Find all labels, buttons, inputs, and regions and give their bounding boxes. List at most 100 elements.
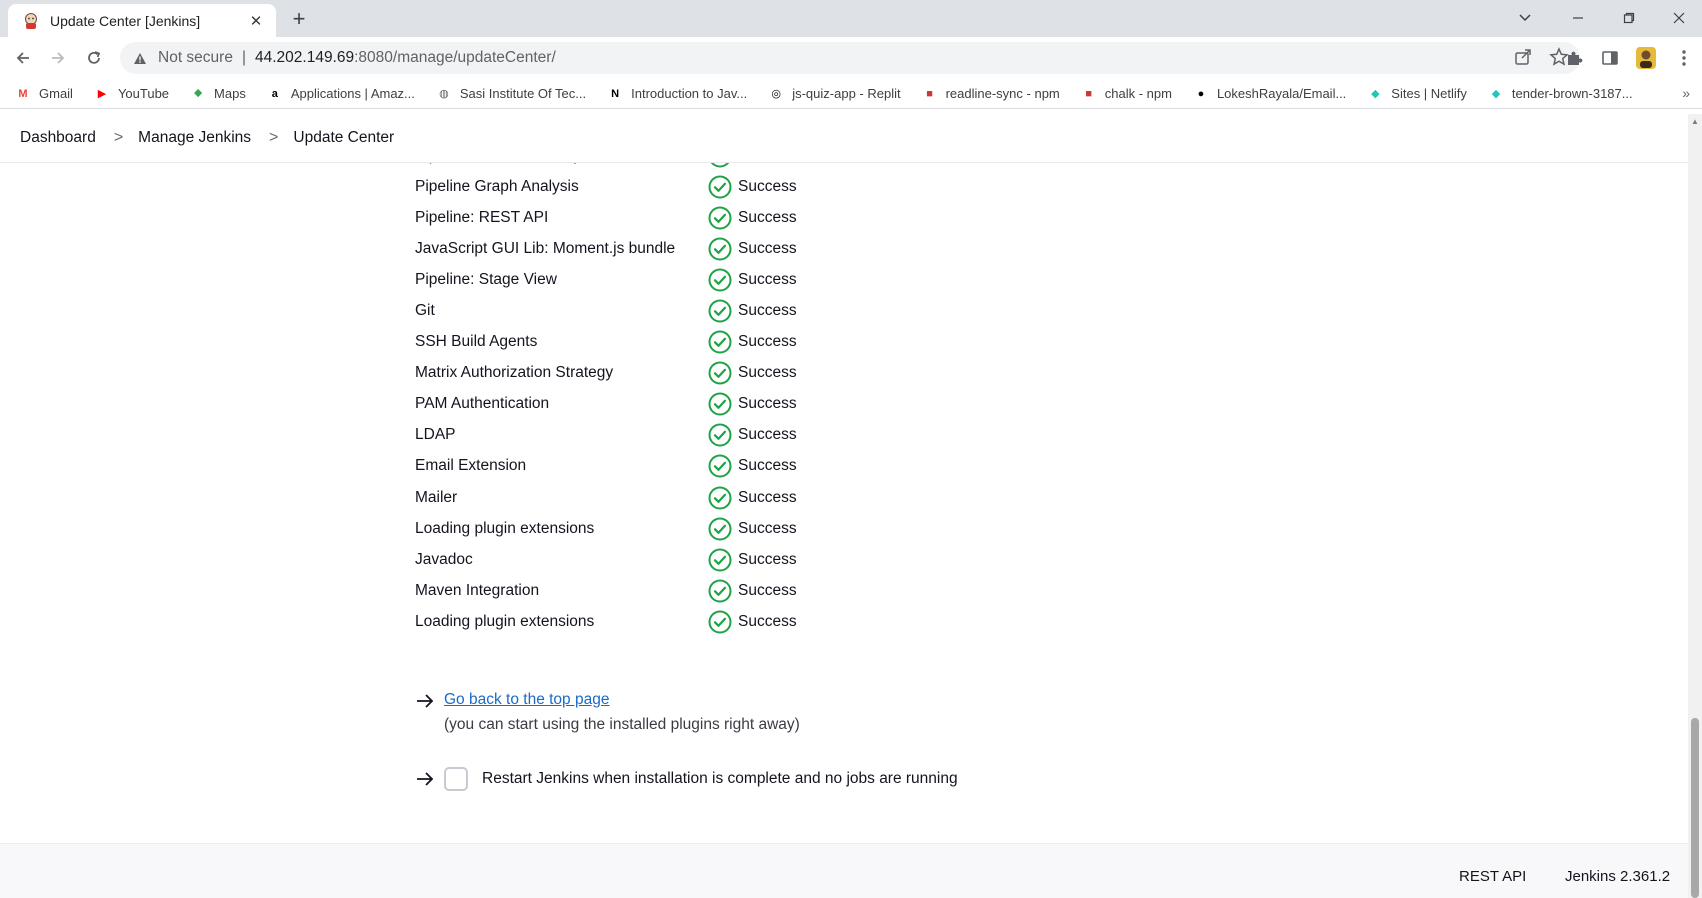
plugin-name: SSH Build Agents	[415, 333, 538, 351]
browser-tab[interactable]: Update Center [Jenkins] ✕	[8, 4, 276, 37]
breadcrumb-dashboard[interactable]: Dashboard	[20, 129, 96, 147]
bookmark-item[interactable]: a Applications | Amaz...	[267, 86, 415, 102]
netlify-icon: ◆	[1491, 88, 1501, 100]
bookmark-label: chalk - npm	[1104, 86, 1172, 101]
plugin-name: Maven Integration	[415, 581, 540, 599]
extensions-puzzle-icon[interactable]	[1558, 42, 1590, 74]
scrollbar-thumb[interactable]	[1691, 718, 1699, 898]
bookmark-item[interactable]: M Gmail	[15, 86, 73, 102]
plugin-row: Pipeline: GitHub Groovy Libraries Success	[415, 163, 797, 171]
success-check-icon	[708, 268, 732, 292]
plugin-status: Success	[708, 517, 797, 541]
success-check-icon	[708, 299, 732, 323]
success-check-icon	[708, 392, 732, 416]
bookmark-label: YouTube	[117, 86, 170, 101]
breadcrumb-update-center[interactable]: Update Center	[293, 129, 394, 147]
bookmark-label: readline-sync - npm	[945, 86, 1060, 101]
plugin-status: Success	[708, 163, 797, 168]
page-scrollbar[interactable]: ▲	[1688, 114, 1702, 898]
plugin-row: Loading plugin extensions Success	[415, 606, 797, 637]
plugin-row: Git Success	[415, 295, 797, 326]
jenkins-favicon-icon	[22, 12, 40, 30]
plugin-name: Pipeline Graph Analysis	[415, 177, 579, 195]
success-check-icon	[708, 237, 732, 261]
bookmark-label: Gmail	[39, 86, 73, 101]
success-check-icon	[708, 486, 732, 510]
plugin-status: Success	[708, 486, 797, 510]
minimize-icon[interactable]	[1555, 0, 1601, 36]
kebab-menu-icon[interactable]	[1668, 42, 1700, 74]
status-text: Success	[738, 457, 797, 475]
bookmark-item[interactable]: ◆ Sites | Netlify	[1367, 86, 1467, 102]
success-check-icon	[708, 423, 732, 447]
bookmarks-overflow-icon[interactable]: »	[1682, 85, 1690, 101]
npm-icon: ■	[1085, 87, 1093, 100]
breadcrumb: Dashboard > Manage Jenkins > Update Cent…	[0, 114, 1688, 163]
bookmark-item[interactable]: ■ readline-sync - npm	[922, 86, 1060, 102]
address-bar[interactable]: Not secure | 44.202.149.69:8080/manage/u…	[120, 42, 1580, 74]
scroll-up-icon[interactable]: ▲	[1691, 118, 1699, 126]
plugin-name: JavaScript GUI Lib: Moment.js bundle	[415, 239, 676, 257]
bookmark-label: tender-brown-3187...	[1511, 86, 1633, 101]
plugin-name: Pipeline: REST API	[415, 208, 549, 226]
arrow-right-icon	[415, 691, 435, 711]
reload-icon[interactable]	[78, 42, 110, 74]
tab-title: Update Center [Jenkins]	[50, 12, 201, 29]
success-check-icon	[708, 206, 732, 230]
plugin-status: Success	[708, 548, 797, 572]
restart-checkbox[interactable]	[444, 767, 468, 791]
plugin-row: Email Extension Success	[415, 451, 797, 482]
plugin-status: Success	[708, 423, 797, 447]
bookmark-item[interactable]: ● LokeshRayala/Email...	[1193, 86, 1347, 102]
success-check-icon	[708, 610, 732, 634]
success-check-icon	[708, 175, 732, 199]
plugin-status: Success	[708, 579, 797, 603]
plugin-row: Loading plugin extensions Success	[415, 513, 797, 544]
jenkins-version-link[interactable]: Jenkins 2.361.2	[1565, 868, 1670, 885]
plugin-row: Mailer Success	[415, 482, 797, 513]
new-tab-icon[interactable]: +	[286, 6, 312, 31]
bookmark-item[interactable]: ◆ tender-brown-3187...	[1488, 86, 1633, 102]
share-icon[interactable]	[1512, 46, 1534, 73]
plugin-name: LDAP	[415, 426, 456, 444]
url-divider: |	[241, 49, 246, 66]
tab-search-icon[interactable]	[1502, 0, 1548, 36]
bookmark-label: Introduction to Jav...	[631, 86, 748, 101]
tab-close-icon[interactable]: ✕	[246, 11, 266, 31]
bookmark-item[interactable]: ◎ js-quiz-app - Replit	[768, 86, 900, 102]
url-path: :8080/manage/updateCenter/	[354, 49, 556, 66]
back-arrow-icon[interactable]	[7, 42, 39, 74]
browser-toolbar: Not secure | 44.202.149.69:8080/manage/u…	[0, 37, 1702, 79]
restart-checkbox-label[interactable]: Restart Jenkins when installation is com…	[482, 770, 958, 788]
profile-avatar[interactable]	[1630, 42, 1662, 74]
bookmark-item[interactable]: ■ chalk - npm	[1081, 86, 1172, 102]
restore-icon[interactable]	[1606, 0, 1652, 36]
plugin-status: Success	[708, 392, 797, 416]
breadcrumb-manage-jenkins[interactable]: Manage Jenkins	[138, 129, 251, 147]
status-text: Success	[738, 488, 797, 506]
plugin-row: JavaScript GUI Lib: Moment.js bundle Succ…	[415, 233, 797, 264]
plugin-name: Pipeline: GitHub Groovy Libraries	[415, 163, 708, 165]
status-text: Success	[738, 302, 797, 320]
close-window-icon[interactable]	[1656, 0, 1702, 36]
status-text: Success	[738, 270, 797, 288]
warning-icon[interactable]	[132, 50, 148, 66]
bookmark-label: LokeshRayala/Email...	[1216, 86, 1347, 101]
go-back-top-link[interactable]: Go back to the top page	[444, 691, 609, 709]
status-text: Success	[738, 364, 797, 382]
forward-arrow-icon[interactable]	[42, 42, 74, 74]
status-text: Success	[738, 581, 797, 599]
bookmark-item[interactable]: ▶ YouTube	[94, 86, 169, 102]
status-text: Success	[738, 239, 797, 257]
plugin-name: Matrix Authorization Strategy	[415, 364, 614, 382]
status-text: Success	[738, 333, 797, 351]
rest-api-link[interactable]: REST API	[1459, 868, 1526, 885]
bookmark-item[interactable]: ◍ Sasi Institute Of Tec...	[436, 86, 586, 102]
arrow-right-icon	[415, 769, 435, 789]
success-check-icon	[708, 330, 732, 354]
plugin-row: Javadoc Success	[415, 544, 797, 575]
bookmark-item[interactable]: N Introduction to Jav...	[607, 86, 747, 102]
side-panel-icon[interactable]	[1594, 42, 1626, 74]
plugin-name: Git	[415, 302, 435, 320]
bookmark-item[interactable]: ⬥ Maps	[190, 86, 246, 102]
